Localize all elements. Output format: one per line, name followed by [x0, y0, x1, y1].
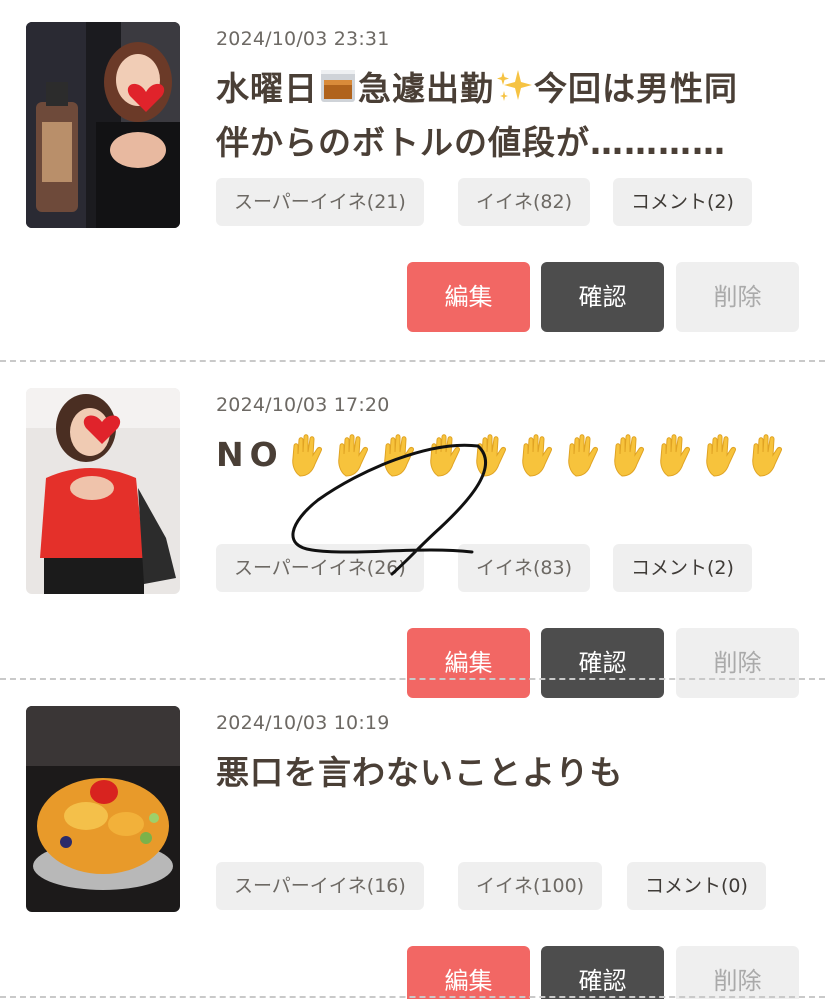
- whisky-glass-icon: [318, 68, 358, 118]
- post-thumbnail[interactable]: [26, 706, 180, 912]
- post-title[interactable]: 悪口を言わないことよりも: [216, 748, 796, 798]
- raised-hand-icon: [292, 434, 322, 477]
- post-date: 2024/10/03 23:31: [216, 28, 390, 50]
- edit-button[interactable]: 編集: [407, 946, 530, 999]
- raised-hand-icon: [614, 434, 644, 477]
- raised-hand-icon: [430, 434, 460, 477]
- raised-hand-icon: [476, 434, 506, 477]
- raised-hand-icon: [660, 434, 690, 477]
- title-text: 急遽出勤: [358, 69, 494, 108]
- post-item: 2024/10/03 23:31 水曜日 急遽出勤 今回は男性同 伴からのボトルの値…: [0, 0, 825, 332]
- edit-button[interactable]: 編集: [407, 262, 530, 332]
- post-thumbnail[interactable]: [26, 388, 180, 594]
- post-item: 2024/10/03 17:20 NO スーパーイイネ(26) イイネ(83) …: [0, 366, 825, 698]
- post-thumbnail[interactable]: [26, 22, 180, 228]
- like-chip[interactable]: イイネ(83): [458, 544, 591, 592]
- sparkles-icon: [494, 68, 534, 118]
- comment-chip[interactable]: コメント(2): [613, 178, 752, 226]
- post-item: 2024/10/03 10:19 悪口を言わないことよりも スーパーイイネ(16…: [0, 684, 825, 999]
- post-date: 2024/10/03 10:19: [216, 712, 390, 734]
- super-like-chip[interactable]: スーパーイイネ(26): [216, 544, 424, 592]
- confirm-button[interactable]: 確認: [541, 946, 664, 999]
- post-divider: [0, 360, 825, 362]
- comment-chip[interactable]: コメント(0): [627, 862, 766, 910]
- raised-hand-icon: [706, 434, 736, 477]
- comment-chip[interactable]: コメント(2): [613, 544, 752, 592]
- thumbnail-photo: [26, 706, 180, 912]
- like-chip[interactable]: イイネ(82): [458, 178, 591, 226]
- super-like-chip[interactable]: スーパーイイネ(21): [216, 178, 424, 226]
- delete-button[interactable]: 削除: [676, 946, 799, 999]
- thumbnail-photo: [26, 22, 180, 228]
- post-title[interactable]: 水曜日 急遽出勤 今回は男性同 伴からのボトルの値段が…………: [216, 64, 796, 168]
- post-divider: [0, 996, 825, 998]
- title-text: 水曜日: [216, 69, 318, 108]
- thumbnail-photo: [26, 388, 180, 594]
- raised-hand-icon: [752, 434, 782, 477]
- confirm-button[interactable]: 確認: [541, 262, 664, 332]
- like-chip[interactable]: イイネ(100): [458, 862, 603, 910]
- super-like-chip[interactable]: スーパーイイネ(16): [216, 862, 424, 910]
- raised-hand-icon: [338, 434, 368, 477]
- delete-button[interactable]: 削除: [676, 262, 799, 332]
- raised-hand-icon: [384, 434, 414, 477]
- post-date: 2024/10/03 17:20: [216, 394, 390, 416]
- raised-hand-icon: [522, 434, 552, 477]
- post-divider: [0, 678, 825, 680]
- post-feed: 2024/10/03 23:31 水曜日 急遽出勤 今回は男性同 伴からのボトルの値…: [0, 0, 825, 999]
- raised-hand-icon: [568, 434, 598, 477]
